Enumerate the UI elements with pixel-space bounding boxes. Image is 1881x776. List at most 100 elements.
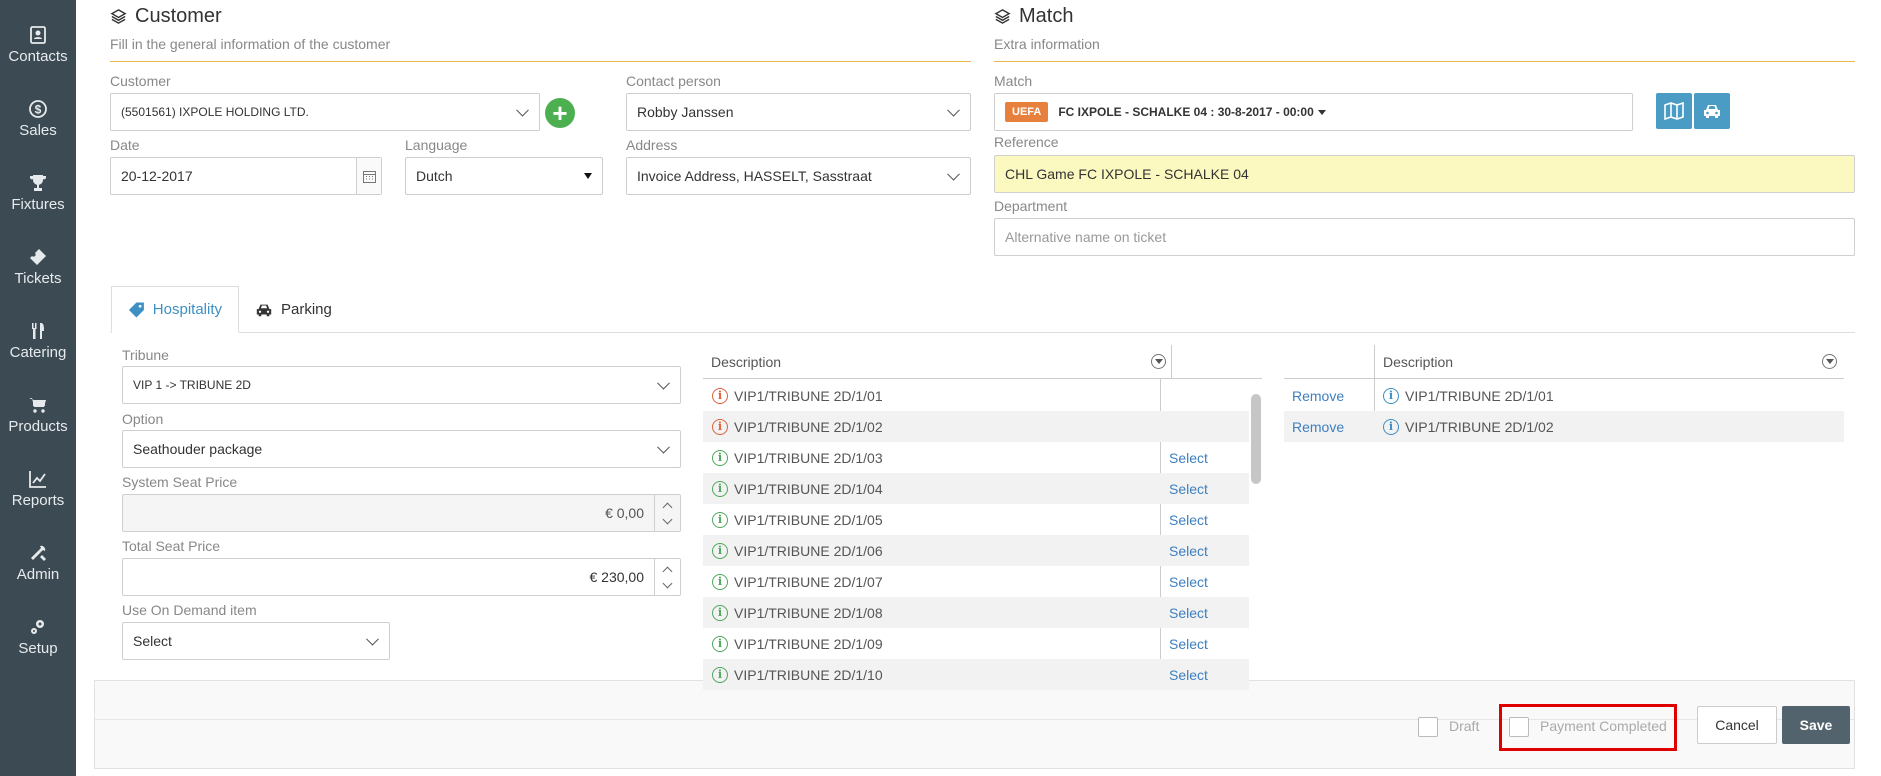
sidebar-item-label: Tickets bbox=[14, 270, 62, 287]
sidebar-item-label: Catering bbox=[9, 344, 67, 361]
table-row: i VIP1/TRIBUNE 2D/1/01 bbox=[703, 380, 1249, 411]
info-icon[interactable]: i bbox=[712, 387, 728, 404]
filter-icon[interactable] bbox=[1151, 354, 1166, 369]
sidebar-item-admin[interactable]: Admin bbox=[0, 526, 76, 600]
customer-select[interactable]: (5501561) IXPOLE HOLDING LTD. bbox=[110, 93, 540, 131]
filter-icon[interactable] bbox=[1822, 354, 1837, 369]
cancel-button[interactable]: Cancel bbox=[1697, 706, 1777, 744]
match-section-divider bbox=[994, 61, 1855, 62]
department-field[interactable]: Alternative name on ticket bbox=[994, 218, 1855, 256]
table-row: i VIP1/TRIBUNE 2D/1/04 Select bbox=[703, 473, 1249, 504]
select-link[interactable]: Select bbox=[1169, 605, 1208, 621]
tools-icon bbox=[31, 545, 46, 561]
map-button[interactable] bbox=[1656, 93, 1692, 129]
tab-strip bbox=[110, 332, 1855, 333]
payment-completed-checkbox[interactable] bbox=[1509, 717, 1529, 737]
trophy-icon bbox=[30, 175, 46, 191]
table-row: i VIP1/TRIBUNE 2D/1/07 Select bbox=[703, 566, 1249, 597]
select-link[interactable]: Select bbox=[1169, 667, 1208, 683]
remove-link[interactable]: Remove bbox=[1292, 388, 1344, 404]
sidebar-item-catering[interactable]: Catering bbox=[0, 304, 76, 378]
customer-label: Customer bbox=[110, 73, 171, 89]
info-icon[interactable]: i bbox=[712, 418, 728, 435]
sidebar-item-label: Contacts bbox=[8, 48, 68, 65]
tag-icon bbox=[128, 302, 144, 317]
info-icon[interactable]: i bbox=[712, 573, 728, 590]
info-icon[interactable]: i bbox=[712, 511, 728, 528]
contacts-icon bbox=[30, 26, 46, 44]
add-customer-button[interactable]: + bbox=[545, 98, 575, 128]
select-link[interactable]: Select bbox=[1169, 450, 1208, 466]
select-link[interactable]: Select bbox=[1169, 574, 1208, 590]
sidebar-item-tickets[interactable]: Tickets bbox=[0, 230, 76, 304]
chevron-down-icon bbox=[657, 440, 670, 454]
info-icon[interactable]: i bbox=[712, 635, 728, 652]
select-link[interactable]: Select bbox=[1169, 636, 1208, 652]
calendar-icon[interactable] bbox=[356, 158, 381, 194]
contact-person-select[interactable]: Robby Janssen bbox=[626, 93, 971, 131]
save-button[interactable]: Save bbox=[1782, 706, 1850, 744]
setup-icon bbox=[31, 620, 44, 634]
sidebar-item-setup[interactable]: Setup bbox=[0, 600, 76, 674]
select-link[interactable]: Select bbox=[1169, 481, 1208, 497]
car-icon bbox=[256, 304, 272, 316]
chevron-down-icon bbox=[366, 632, 379, 646]
info-icon[interactable]: i bbox=[1383, 418, 1399, 435]
address-select[interactable]: Invoice Address, HASSELT, Sasstraat bbox=[626, 157, 971, 195]
sidebar-item-products[interactable]: Products bbox=[0, 378, 76, 452]
info-icon[interactable]: i bbox=[712, 666, 728, 683]
match-select[interactable]: UEFA FC IXPOLE - SCHALKE 04 : 30-8-2017 … bbox=[994, 93, 1633, 131]
info-icon[interactable]: i bbox=[712, 542, 728, 559]
sidebar-item-contacts[interactable]: Contacts bbox=[0, 8, 76, 82]
sidebar-item-sales[interactable]: $ Sales bbox=[0, 82, 76, 156]
info-icon[interactable]: i bbox=[712, 604, 728, 621]
info-icon[interactable]: i bbox=[712, 449, 728, 466]
sales-icon: $ bbox=[29, 100, 47, 118]
uefa-badge: UEFA bbox=[1005, 102, 1049, 122]
info-icon[interactable]: i bbox=[1383, 387, 1399, 404]
table-row: i VIP1/TRIBUNE 2D/1/06 Select bbox=[703, 535, 1249, 566]
tab-parking[interactable]: Parking bbox=[239, 286, 348, 333]
option-select[interactable]: Seathouder package bbox=[122, 430, 681, 468]
sidebar-item-reports[interactable]: Reports bbox=[0, 452, 76, 526]
seat-description: VIP1/TRIBUNE 2D/1/02 bbox=[1405, 418, 1554, 435]
sidebar-item-label: Admin bbox=[16, 566, 60, 583]
table-row: i VIP1/TRIBUNE 2D/1/10 Select bbox=[703, 659, 1249, 690]
match-label: Match bbox=[994, 73, 1033, 89]
stepper-icon[interactable] bbox=[654, 559, 680, 595]
grid-scrollbar[interactable] bbox=[1251, 394, 1261, 484]
sidebar-item-fixtures[interactable]: Fixtures bbox=[0, 156, 76, 230]
tab-hospitality[interactable]: Hospitality bbox=[111, 286, 239, 333]
svg-text:$: $ bbox=[35, 103, 42, 117]
match-section-subtitle: Extra information bbox=[994, 36, 1100, 52]
table-row: i VIP1/TRIBUNE 2D/1/02 bbox=[703, 411, 1249, 442]
table-row: i VIP1/TRIBUNE 2D/1/03 Select bbox=[703, 442, 1249, 473]
reference-field[interactable]: CHL Game FC IXPOLE - SCHALKE 04 bbox=[994, 155, 1855, 193]
remove-link[interactable]: Remove bbox=[1292, 419, 1344, 435]
select-link[interactable]: Select bbox=[1169, 543, 1208, 559]
total-seat-price-label: Total Seat Price bbox=[122, 538, 221, 554]
table-row: Remove i VIP1/TRIBUNE 2D/1/01 bbox=[1284, 380, 1844, 411]
sidebar-item-label: Products bbox=[8, 418, 68, 435]
system-seat-price-label: System Seat Price bbox=[122, 474, 238, 490]
draft-checkbox[interactable] bbox=[1418, 717, 1438, 737]
chevron-down-icon bbox=[516, 103, 529, 117]
seat-description: VIP1/TRIBUNE 2D/1/09 bbox=[734, 635, 883, 652]
chevron-down-icon bbox=[657, 376, 670, 390]
language-select[interactable]: Dutch bbox=[405, 157, 603, 195]
parking-button[interactable] bbox=[1694, 93, 1730, 129]
select-link[interactable]: Select bbox=[1169, 512, 1208, 528]
total-seat-price-field[interactable]: € 230,00 bbox=[122, 558, 681, 596]
table-row: i VIP1/TRIBUNE 2D/1/05 Select bbox=[703, 504, 1249, 535]
date-label: Date bbox=[110, 137, 140, 153]
ticket-icon bbox=[30, 249, 46, 265]
customer-section-subtitle: Fill in the general information of the c… bbox=[110, 36, 391, 52]
department-label: Department bbox=[994, 198, 1068, 214]
on-demand-label: Use On Demand item bbox=[122, 602, 257, 618]
stepper-icon bbox=[654, 495, 680, 531]
tribune-select[interactable]: VIP 1 -> TRIBUNE 2D bbox=[122, 366, 681, 404]
cutlery-icon bbox=[32, 323, 44, 339]
info-icon[interactable]: i bbox=[712, 480, 728, 497]
on-demand-select[interactable]: Select bbox=[122, 622, 390, 660]
date-field[interactable]: 20-12-2017 bbox=[110, 157, 382, 195]
